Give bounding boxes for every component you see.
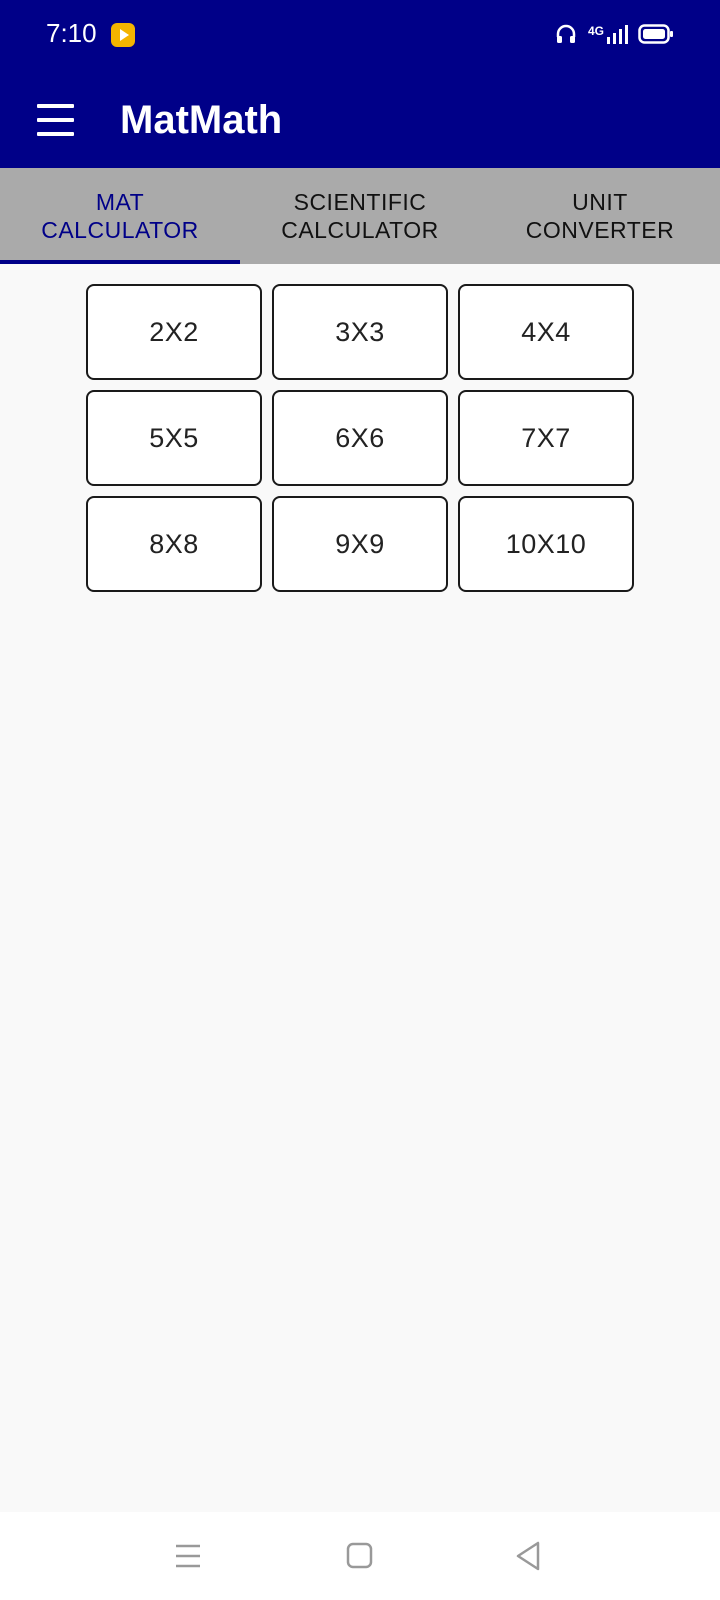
- system-nav-bar: [0, 1512, 720, 1600]
- matrix-8x8-button[interactable]: 8X8: [86, 496, 262, 592]
- matrix-3x3-button[interactable]: 3X3: [272, 284, 448, 380]
- home-icon[interactable]: [338, 1534, 382, 1578]
- tab-scientific-calculator[interactable]: SCIENTIFIC CALCULATOR: [240, 168, 480, 264]
- matrix-6x6-button[interactable]: 6X6: [272, 390, 448, 486]
- battery-icon: [638, 23, 674, 50]
- tab-mat-calculator[interactable]: MAT CALCULATOR: [0, 168, 240, 264]
- app-notification-icon: [111, 23, 135, 47]
- app-bar: MatMath: [0, 72, 720, 168]
- app-title: MatMath: [120, 98, 283, 142]
- active-tab-indicator: [0, 260, 240, 264]
- matrix-7x7-button[interactable]: 7X7: [458, 390, 634, 486]
- matrix-size-grid: 2X2 3X3 4X4 5X5 6X6 7X7 8X8 9X9 10X10: [86, 284, 634, 592]
- matrix-4x4-button[interactable]: 4X4: [458, 284, 634, 380]
- matrix-5x5-button[interactable]: 5X5: [86, 390, 262, 486]
- status-icons: 4G: [554, 22, 674, 50]
- network-type: 4G: [587, 24, 604, 38]
- matrix-10x10-button[interactable]: 10X10: [458, 496, 634, 592]
- recents-icon[interactable]: [166, 1534, 210, 1578]
- hamburger-menu-icon[interactable]: [30, 94, 82, 146]
- status-bar: 7:10 4G: [0, 0, 720, 72]
- tab-unit-converter[interactable]: UNIT CONVERTER: [480, 168, 720, 264]
- matrix-9x9-button[interactable]: 9X9: [272, 496, 448, 592]
- back-icon[interactable]: [508, 1534, 552, 1578]
- status-time: 7:10: [46, 18, 97, 48]
- matrix-2x2-button[interactable]: 2X2: [86, 284, 262, 380]
- headset-icon: [554, 22, 578, 51]
- tab-bar: MAT CALCULATOR SCIENTIFIC CALCULATOR UNI…: [0, 168, 720, 264]
- signal-icon: [606, 23, 628, 50]
